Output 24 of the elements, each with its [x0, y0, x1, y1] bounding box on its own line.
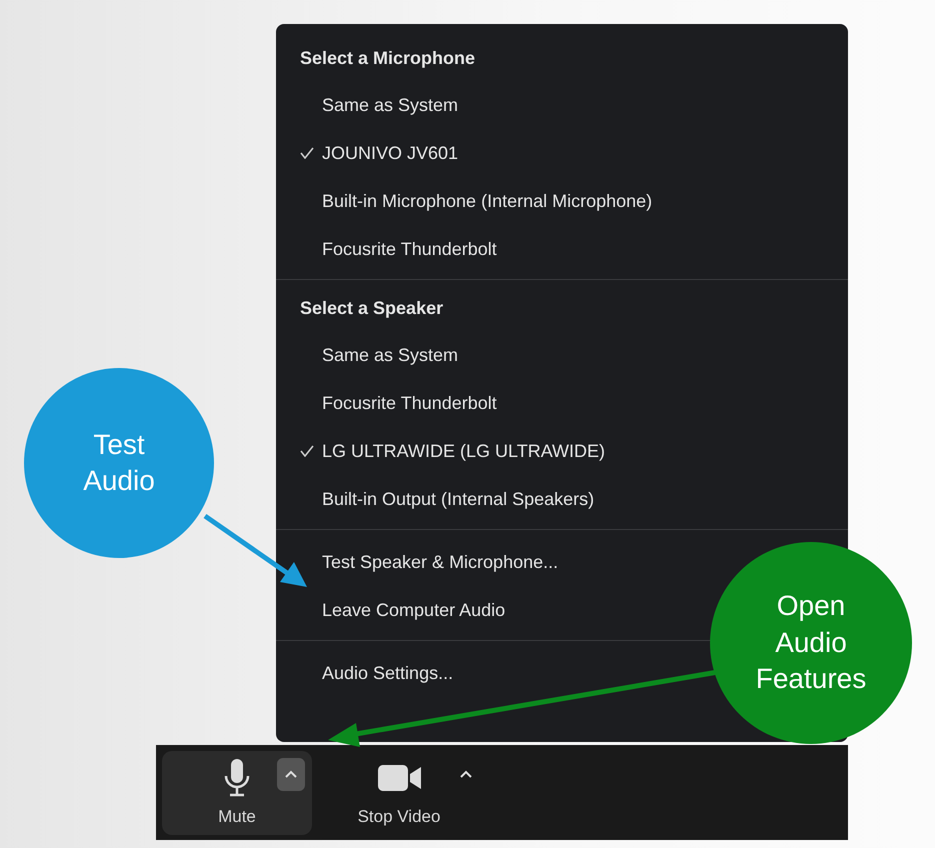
- menu-item[interactable]: Built-in Microphone (Internal Microphone): [276, 177, 662, 225]
- menu-item[interactable]: Focusrite Thunderbolt: [276, 379, 507, 427]
- caret-icon: [460, 770, 472, 778]
- menu-item[interactable]: Built-in Output (Internal Speakers): [276, 475, 604, 523]
- menu-item[interactable]: Leave Computer Audio: [276, 586, 516, 634]
- callout-text: Test Audio: [83, 428, 155, 498]
- menu-item[interactable]: LG ULTRAWIDE (LG ULTRAWIDE): [276, 427, 616, 475]
- menu-item[interactable]: Same as System: [276, 331, 468, 379]
- section-heading: Select a Microphone: [299, 47, 476, 70]
- menu-item[interactable]: Audio Settings...: [276, 649, 464, 697]
- video-camera-icon: [378, 764, 422, 790]
- menu-item[interactable]: Focusrite Thunderbolt: [276, 225, 507, 273]
- microphone-icon: [224, 758, 250, 796]
- checkmark-icon: [300, 147, 314, 159]
- caret-icon: [285, 770, 297, 778]
- callout-text: Open Audio Features: [756, 589, 866, 696]
- menu-item[interactable]: Same as System: [276, 81, 468, 129]
- menu-item[interactable]: JOUNIVO JV601: [276, 129, 468, 177]
- menu-item[interactable]: Test Speaker & Microphone...: [276, 538, 568, 586]
- mute-button[interactable]: Mute: [162, 750, 312, 834]
- stop-video-button[interactable]: Stop Video: [324, 750, 474, 834]
- section-heading: Select a Speaker: [299, 297, 444, 320]
- options-button[interactable]: [277, 758, 305, 790]
- checkmark-icon: [300, 445, 314, 457]
